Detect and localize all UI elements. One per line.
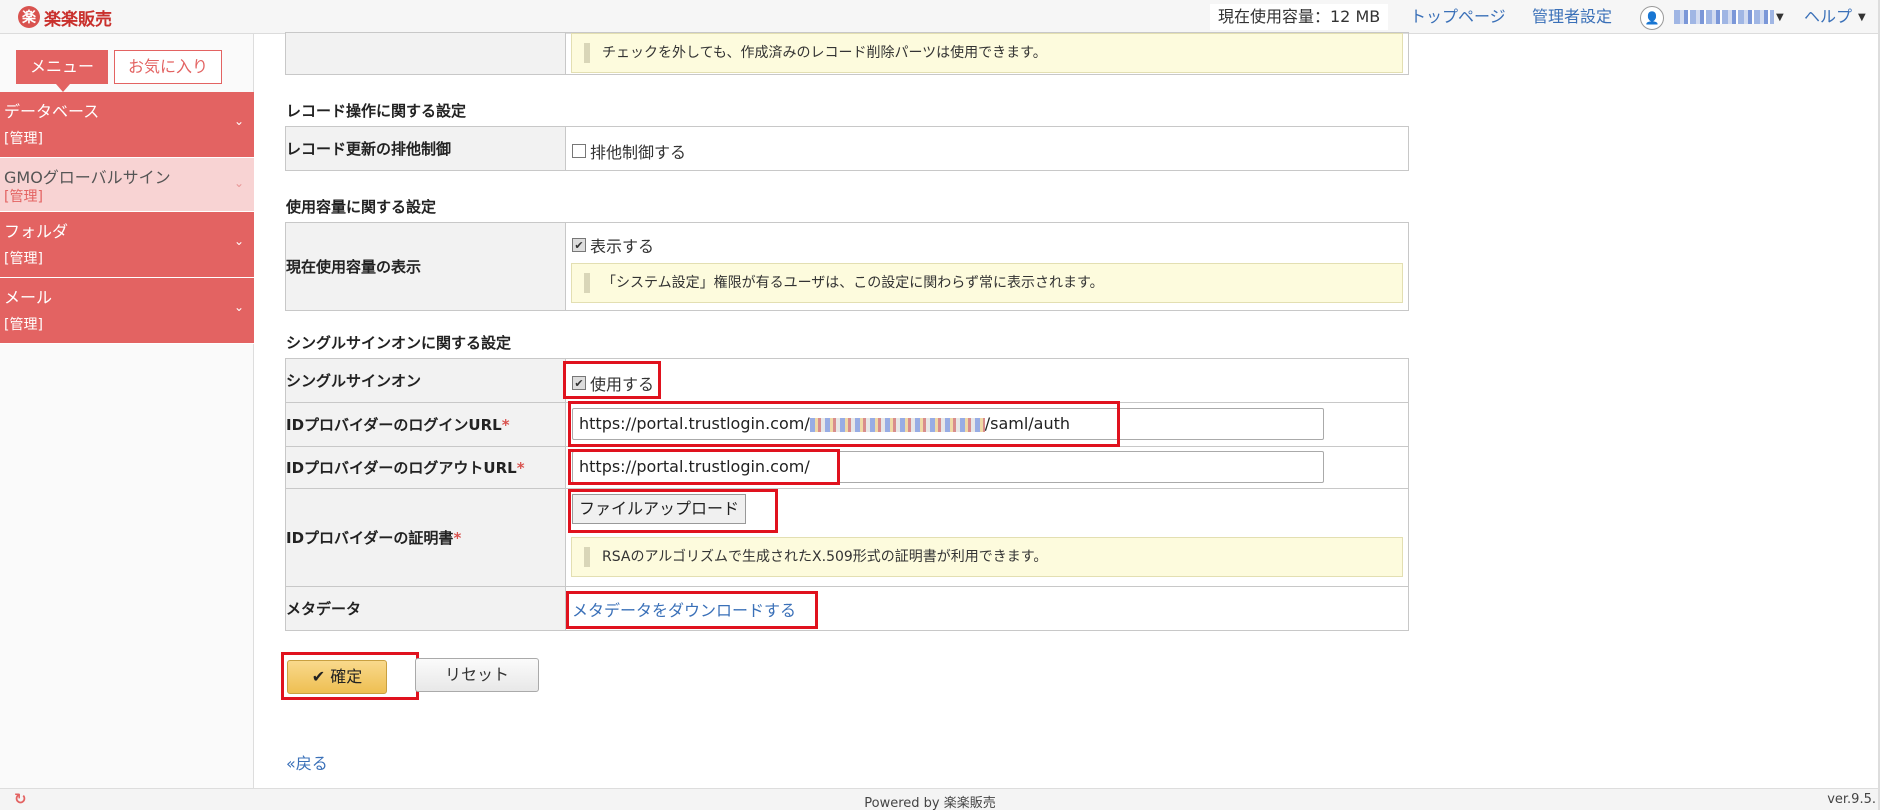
login-url-suffix: /saml/auth <box>984 414 1071 433</box>
checkbox-label: 使用する <box>590 375 655 394</box>
section-title-record-ops: レコード操作に関する設定 <box>286 102 467 120</box>
tab-favorites[interactable]: お気に入り <box>114 50 222 84</box>
row-value-cert: ファイルアップロード RSAのアルゴリズムで生成されたX.509形式の証明書が利… <box>565 488 1409 587</box>
row-value: チェックを外しても、作成済みのレコード削除パーツは使用できます。 <box>565 32 1409 75</box>
row-label-logout-url: IDプロバイダーのログアウトURL* <box>285 446 566 489</box>
sidebar-item-sub: [管理] <box>4 189 43 205</box>
sidebar-item-gmo[interactable]: GMOグローバルサイン [管理] ⌄ <box>0 158 254 212</box>
sidebar-item-mail[interactable]: メール [管理] ⌄ <box>0 278 254 344</box>
back-link[interactable]: «戻る <box>286 750 328 774</box>
user-avatar-icon[interactable]: 👤 <box>1640 6 1664 30</box>
chevron-down-icon: ⌄ <box>233 114 244 128</box>
main-content: チェックを外しても、作成済みのレコード削除パーツは使用できます。 レコード操作に… <box>254 32 1880 788</box>
top-page-link[interactable]: トップページ <box>1410 4 1506 30</box>
logo-icon: 楽 <box>18 6 40 28</box>
file-upload-button[interactable]: ファイルアップロード <box>572 494 746 524</box>
login-url-label: IDプロバイダーのログインURL <box>286 416 502 434</box>
row-label-login-url: IDプロバイダーのログインURL* <box>285 402 566 447</box>
row-label-exclusive: レコード更新の排他制御 <box>285 126 566 171</box>
tab-menu[interactable]: メニュー <box>16 50 108 92</box>
sidebar-item-sub: [管理] <box>4 317 43 333</box>
row-label-metadata: メタデータ <box>285 586 566 631</box>
sidebar-item-label: フォルダ <box>4 222 69 241</box>
row-value-exclusive: 排他制御する <box>565 126 1409 171</box>
checkbox-box[interactable] <box>572 144 586 158</box>
cert-label: IDプロバイダーの証明書 <box>286 529 454 547</box>
login-url-input[interactable]: https://portal.trustlogin.com/ /saml/auth <box>572 408 1324 440</box>
row-label-usage-display: 現在使用容量の表示 <box>285 222 566 311</box>
sidebar-item-label: メール <box>4 288 53 307</box>
section-title-usage: 使用容量に関する設定 <box>286 198 437 216</box>
redacted-url-segment <box>809 417 985 432</box>
required-mark: * <box>516 459 525 477</box>
version-label: ver.9.5. <box>1827 792 1876 807</box>
checkbox-box[interactable]: ✔ <box>572 376 586 390</box>
sso-table: シングルサインオン ✔ 使用する IDプロバイダーのログインURL* https… <box>285 358 1409 631</box>
row-value-sso: ✔ 使用する <box>563 358 1409 403</box>
delete-parts-table: チェックを外しても、作成済みのレコード削除パーツは使用できます。 <box>285 32 1409 75</box>
sidebar-item-sub: [管理] <box>4 251 43 267</box>
metadata-download-link[interactable]: メタデータをダウンロードする <box>572 597 796 621</box>
powered-by: Powered by 楽楽販売 <box>864 796 996 811</box>
delete-parts-notice: チェックを外しても、作成済みのレコード削除パーツは使用できます。 <box>571 33 1403 73</box>
sidebar-item-label: データベース <box>4 102 100 121</box>
logo-text: 楽楽販売 <box>44 9 112 30</box>
user-name-redacted[interactable] <box>1674 10 1774 24</box>
checkbox-box[interactable]: ✔ <box>572 238 586 252</box>
sidebar-item-label: GMOグローバルサイン <box>4 168 171 187</box>
login-url-prefix: https://portal.trustlogin.com/ <box>579 414 810 433</box>
section-title-sso: シングルサインオンに関する設定 <box>286 334 512 352</box>
checkbox-label: 排他制御する <box>590 143 687 162</box>
row-value-metadata: メタデータをダウンロードする <box>565 586 1409 631</box>
row-value-login-url: https://portal.trustlogin.com/ /saml/auth <box>565 401 1409 447</box>
admin-settings-link[interactable]: 管理者設定 <box>1532 4 1612 30</box>
cert-notice: RSAのアルゴリズムで生成されたX.509形式の証明書が利用できます。 <box>571 537 1403 577</box>
app-logo[interactable]: 楽 楽楽販売 <box>18 4 112 30</box>
app-header: 楽 楽楽販売 現在使用容量：12 MB トップページ 管理者設定 👤 ▼ ヘルプ… <box>0 0 1880 34</box>
usage-display-checkbox[interactable]: ✔ 表示する <box>572 233 654 257</box>
user-menu-caret-icon[interactable]: ▼ <box>1776 12 1784 23</box>
help-caret-icon[interactable]: ▼ <box>1858 12 1866 23</box>
chevron-down-icon: ⌄ <box>233 176 244 190</box>
sso-enable-checkbox[interactable]: ✔ 使用する <box>572 371 654 395</box>
sidebar-item-sub: [管理] <box>4 131 43 147</box>
row-label-cert: IDプロバイダーの証明書* <box>285 488 566 587</box>
chevron-down-icon: ⌄ <box>233 300 244 314</box>
confirm-button[interactable]: ✔ 確定 <box>287 660 387 694</box>
confirm-label: 確定 <box>330 667 363 686</box>
row-label-sso: シングルサインオン <box>285 358 566 403</box>
required-mark: * <box>453 529 462 547</box>
required-mark: * <box>501 416 510 434</box>
sidebar-item-database[interactable]: データベース [管理] ⌄ <box>0 92 254 158</box>
usage-notice: 「システム設定」権限が有るユーザは、この設定に関わらず常に表示されます。 <box>571 263 1403 303</box>
sidebar: メニュー お気に入り データベース [管理] ⌄ GMOグローバルサイン [管理… <box>0 34 254 788</box>
logout-url-value: https://portal.trustlogin.com/ <box>579 457 810 476</box>
usage-indicator: 現在使用容量：12 MB <box>1210 4 1389 30</box>
sidebar-item-folder[interactable]: フォルダ [管理] ⌄ <box>0 212 254 278</box>
help-link[interactable]: ヘルプ <box>1804 4 1852 30</box>
logout-url-input[interactable]: https://portal.trustlogin.com/ <box>572 451 1324 483</box>
check-circle-icon: ✔ <box>311 667 331 686</box>
usage-table: 現在使用容量の表示 ✔ 表示する 「システム設定」権限が有るユーザは、この設定に… <box>285 222 1409 311</box>
reset-button[interactable]: リセット <box>415 658 539 692</box>
chevron-down-icon: ⌄ <box>233 234 244 248</box>
app-footer: ↻ Powered by 楽楽販売 ver.9.5. <box>0 788 1880 811</box>
logout-url-label: IDプロバイダーのログアウトURL <box>286 459 517 477</box>
exclusive-control-checkbox[interactable]: 排他制御する <box>572 139 686 163</box>
row-label-empty <box>285 32 566 75</box>
row-value-usage-display: ✔ 表示する 「システム設定」権限が有るユーザは、この設定に関わらず常に表示され… <box>565 222 1409 311</box>
record-ops-table: レコード更新の排他制御 排他制御する <box>285 126 1409 171</box>
row-value-logout-url: https://portal.trustlogin.com/ <box>565 446 1409 489</box>
checkbox-label: 表示する <box>590 237 655 256</box>
